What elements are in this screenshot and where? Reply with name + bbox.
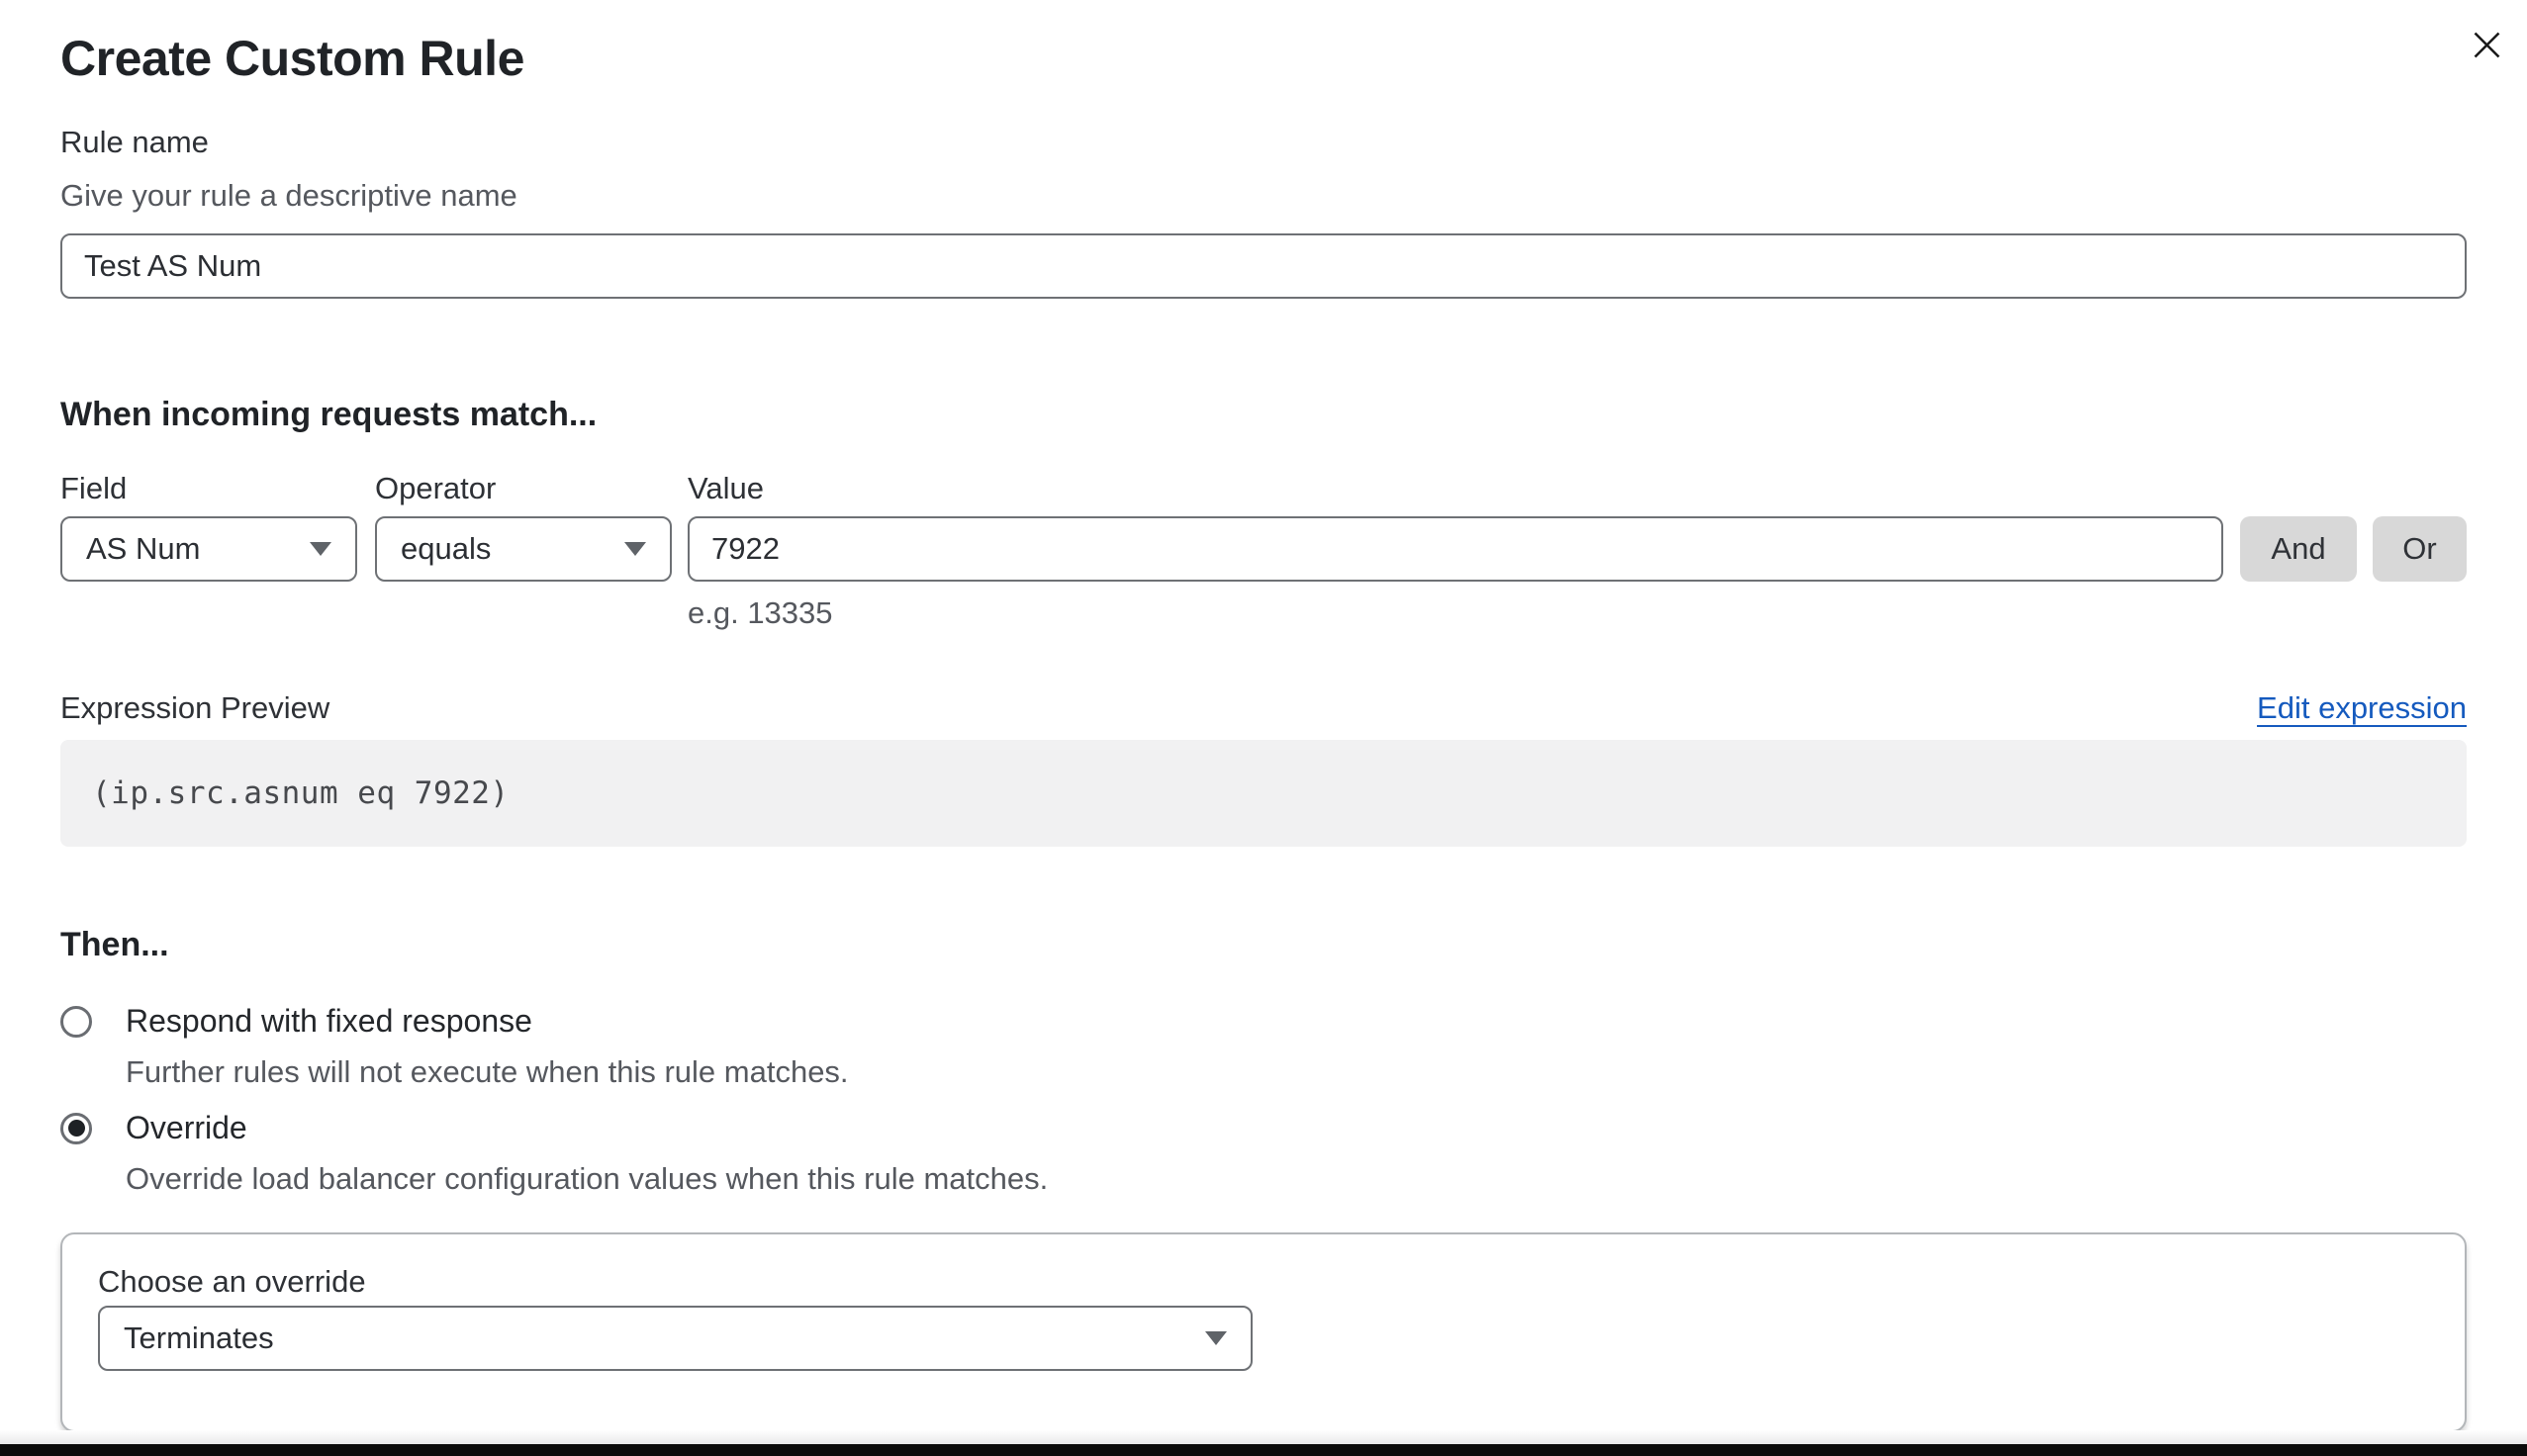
chevron-down-icon [624,542,646,556]
match-controls-row: AS Num equals And Or [60,516,2467,582]
expression-row: Expression Preview Edit expression [60,690,2467,726]
expression-preview-box: (ip.src.asnum eq 7922) [60,740,2467,847]
radio-override[interactable]: Override [60,1110,247,1146]
chevron-down-icon [1205,1331,1227,1345]
operator-select-value: equals [401,531,491,567]
expression-code: (ip.src.asnum eq 7922) [92,775,510,811]
radio-respond-fixed-response[interactable]: Respond with fixed response [60,1003,532,1040]
radio-selected-icon [60,1113,92,1144]
chevron-down-icon [310,542,331,556]
choose-override-label: Choose an override [98,1264,366,1300]
radio-unselected-icon [60,1006,92,1038]
and-button[interactable]: And [2240,516,2357,582]
override-select-value: Terminates [124,1320,274,1356]
value-label: Value [688,471,764,506]
radio-label: Override [126,1110,247,1146]
create-custom-rule-dialog: Create Custom Rule Rule name Give your r… [0,0,2527,1456]
rule-name-label: Rule name [60,125,209,160]
rule-name-input[interactable] [60,233,2467,299]
edit-expression-link[interactable]: Edit expression [2257,690,2467,726]
match-labels-row: Field Operator Value [60,471,2467,506]
radio-label: Respond with fixed response [126,1003,532,1040]
page-bottom-bar [0,1444,2527,1456]
match-heading: When incoming requests match... [60,396,597,434]
override-select[interactable]: Terminates [98,1306,1253,1371]
radio-respond-description: Further rules will not execute when this… [126,1054,849,1090]
or-button[interactable]: Or [2373,516,2467,582]
field-label: Field [60,471,127,506]
value-hint: e.g. 13335 [688,595,833,631]
close-button[interactable] [2464,22,2509,67]
rule-name-description: Give your rule a descriptive name [60,178,517,214]
page-bottom-fade [0,1430,2527,1444]
operator-label: Operator [375,471,496,506]
override-panel: Choose an override Terminates [60,1232,2467,1432]
radio-override-description: Override load balancer configuration val… [126,1161,1048,1197]
close-icon [2474,32,2500,58]
field-select[interactable]: AS Num [60,516,357,582]
then-heading: Then... [60,926,169,964]
field-select-value: AS Num [86,531,200,567]
value-input[interactable] [688,516,2223,582]
operator-select[interactable]: equals [375,516,672,582]
expression-preview-label: Expression Preview [60,690,329,726]
page-title: Create Custom Rule [60,30,524,87]
